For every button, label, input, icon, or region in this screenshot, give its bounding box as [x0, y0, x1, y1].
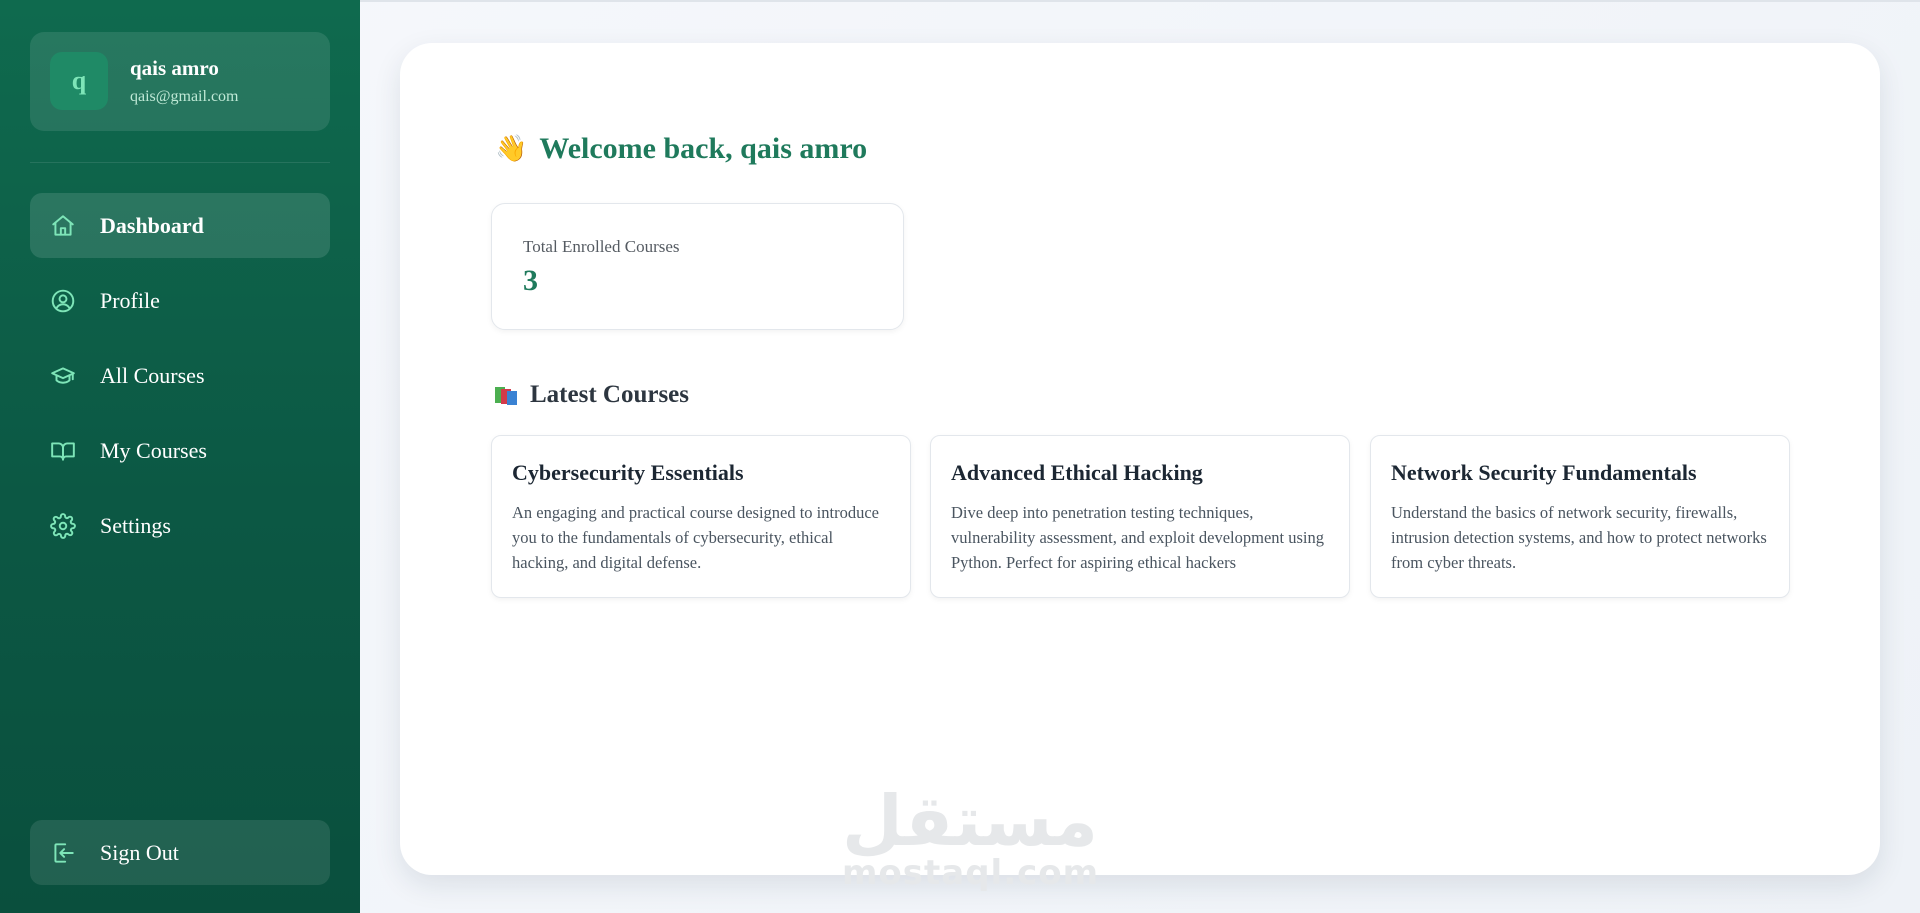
- sidebar-item-settings[interactable]: Settings: [30, 493, 330, 558]
- sidebar-item-label: My Courses: [100, 437, 207, 463]
- sidebar-item-my-courses[interactable]: My Courses: [30, 418, 330, 483]
- stat-label: Total Enrolled Courses: [523, 237, 680, 256]
- user-name: qais amro: [130, 56, 219, 80]
- sign-out-label: Sign Out: [100, 839, 179, 865]
- sidebar-nav: Dashboard Profile All Courses My Courses…: [30, 193, 330, 568]
- top-border: [360, 0, 1920, 2]
- latest-courses-heading: Latest Courses: [494, 381, 689, 409]
- sidebar-item-label: Profile: [100, 287, 160, 313]
- home-icon: [50, 213, 76, 239]
- welcome-heading: 👋 Welcome back, qais amro: [495, 132, 867, 166]
- sign-out-button[interactable]: Sign Out: [30, 820, 330, 885]
- course-description: Understand the basics of network securit…: [1391, 503, 1767, 572]
- sign-out-icon: [50, 840, 76, 866]
- sidebar-item-dashboard[interactable]: Dashboard: [30, 193, 330, 258]
- sidebar: q qais amro qais@gmail.com Dashboard Pro…: [0, 0, 360, 913]
- course-card[interactable]: Network Security Fundamentals Understand…: [1370, 435, 1790, 598]
- user-card[interactable]: q qais amro qais@gmail.com: [30, 32, 330, 131]
- graduation-cap-icon: [50, 363, 76, 389]
- sidebar-item-label: Settings: [100, 512, 171, 538]
- user-circle-icon: [50, 288, 76, 314]
- watermark-arabic: مستقل: [842, 780, 1099, 862]
- course-title: Advanced Ethical Hacking: [951, 460, 1203, 485]
- sidebar-item-all-courses[interactable]: All Courses: [30, 343, 330, 408]
- gear-icon: [50, 512, 76, 539]
- latest-courses-title: Latest Courses: [530, 381, 690, 408]
- course-card[interactable]: Cybersecurity Essentials An engaging and…: [491, 435, 911, 598]
- sidebar-item-label: All Courses: [100, 362, 205, 388]
- watermark: مستقل mostaql.com: [842, 780, 1100, 893]
- sidebar-item-label: Dashboard: [100, 212, 204, 238]
- stat-value: 3: [523, 264, 538, 297]
- sidebar-item-profile[interactable]: Profile: [30, 268, 330, 333]
- course-card[interactable]: Advanced Ethical Hacking Dive deep into …: [930, 435, 1350, 598]
- enrolled-courses-stat-card: Total Enrolled Courses 3: [491, 203, 904, 330]
- welcome-text: Welcome back, qais amro: [539, 132, 868, 165]
- books-icon: [494, 383, 520, 407]
- book-open-icon: [50, 438, 76, 464]
- course-description: Dive deep into penetration testing techn…: [951, 503, 1325, 572]
- watermark-latin: mostaql.com: [842, 853, 1100, 893]
- course-title: Cybersecurity Essentials: [512, 460, 744, 485]
- course-description: An engaging and practical course designe…: [512, 503, 879, 572]
- sidebar-divider: [30, 162, 330, 163]
- avatar: q: [50, 52, 108, 110]
- course-title: Network Security Fundamentals: [1391, 460, 1697, 485]
- wave-emoji-icon: 👋: [495, 134, 528, 164]
- user-email: qais@gmail.com: [130, 88, 239, 105]
